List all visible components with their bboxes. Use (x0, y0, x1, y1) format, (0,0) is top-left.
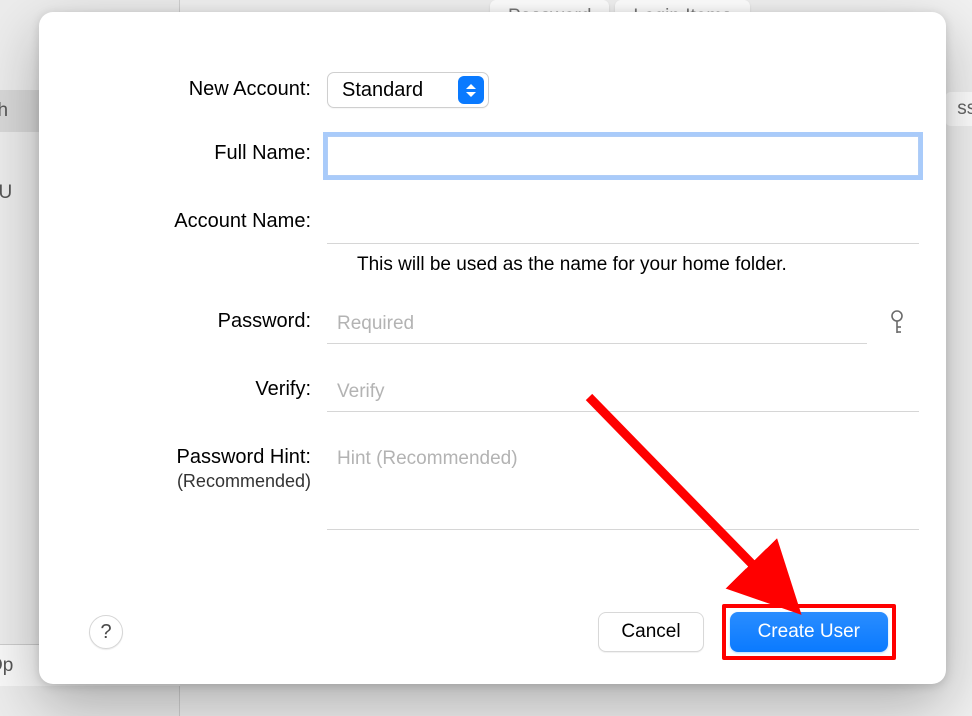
password-hint-input[interactable] (327, 440, 919, 530)
create-user-button[interactable]: Create User (730, 612, 888, 652)
full-name-input[interactable] (327, 136, 919, 176)
verify-label: Verify: (89, 372, 327, 401)
help-button[interactable]: ? (89, 615, 123, 649)
updown-stepper-icon (458, 76, 484, 104)
account-type-value: Standard (328, 79, 458, 102)
new-account-label: New Account: (89, 72, 327, 101)
cancel-button[interactable]: Cancel (598, 612, 703, 652)
hint-label-text: Password Hint: (177, 446, 312, 468)
verify-input[interactable] (327, 372, 919, 412)
key-icon[interactable] (887, 309, 907, 340)
hint-sublabel: (Recommended) (89, 471, 311, 492)
create-user-modal: New Account: Standard Full Name: Account… (39, 12, 946, 684)
annotation-highlight-box: Create User (722, 604, 896, 660)
account-name-label: Account Name: (89, 204, 327, 233)
password-input[interactable] (327, 304, 867, 344)
account-name-input[interactable] (327, 204, 919, 244)
password-label: Password: (89, 304, 327, 333)
full-name-label: Full Name: (89, 136, 327, 165)
account-name-helper: This will be used as the name for your h… (357, 254, 787, 276)
password-hint-label: Password Hint: (Recommended) (89, 440, 327, 492)
bg-right-button: ssw (945, 92, 972, 126)
account-type-select[interactable]: Standard (327, 72, 489, 108)
modal-footer: ? Cancel Create User (89, 604, 896, 660)
